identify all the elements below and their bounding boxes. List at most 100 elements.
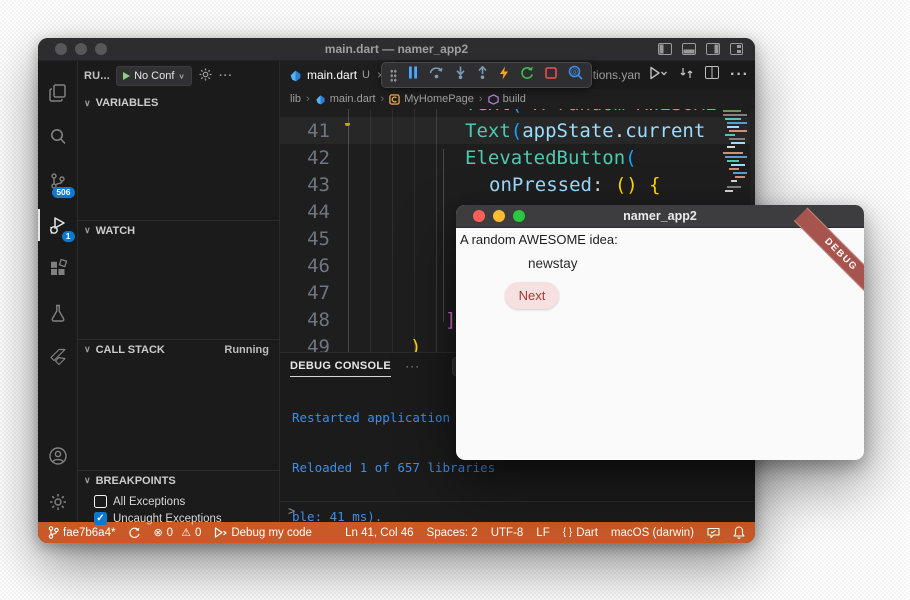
generated-word: newstay: [528, 256, 578, 271]
breadcrumb: lib › main.dart › MyHomePage › build: [280, 89, 755, 109]
restart-icon[interactable]: [520, 66, 534, 85]
console-prompt: >: [288, 504, 295, 518]
chevron-down-icon: ∨: [84, 475, 91, 486]
step-out-icon[interactable]: [477, 66, 488, 84]
watch-section-header[interactable]: ∨ WATCH: [78, 220, 279, 240]
breakpoint-uncaught-exceptions[interactable]: ✓ Uncaught Exceptions: [94, 510, 222, 527]
breadcrumb-myhomepage[interactable]: MyHomePage: [389, 93, 474, 105]
dart-icon: [315, 94, 326, 105]
namer-app-window: namer_app2 A random AWESOME idea: newsta…: [456, 205, 864, 460]
zoom-window-button[interactable]: [95, 43, 107, 55]
accounts-icon[interactable]: [38, 434, 78, 478]
drag-handle-icon[interactable]: [390, 69, 397, 82]
git-status-letter: U: [362, 69, 370, 81]
step-into-icon[interactable]: [455, 66, 466, 84]
chevron-down-icon: ∨: [84, 98, 91, 109]
run-panel-title: RU...: [84, 70, 110, 82]
debug-run-icon: [214, 527, 227, 538]
editor-tab-bar: main.dart U × sis_options.yaml ···: [280, 61, 755, 89]
sync-changes-button[interactable]: [128, 527, 140, 539]
explorer-icon[interactable]: [38, 71, 78, 115]
run-debug-sidebar: RU... No Conf ∨ ··· ∨ VARIABLES ∨ WATCH: [78, 61, 280, 522]
more-actions-icon[interactable]: ···: [219, 70, 233, 82]
feedback-icon[interactable]: [707, 527, 720, 539]
toggle-panel-icon[interactable]: [682, 43, 696, 55]
call-stack-section-header[interactable]: ∨ CALL STACK Running: [78, 339, 279, 359]
next-button[interactable]: Next: [505, 282, 559, 309]
activity-bar: 506 1: [38, 61, 78, 522]
breakpoint-all-exceptions[interactable]: All Exceptions: [94, 493, 185, 510]
sync-icon: [128, 527, 140, 539]
scm-badge: 506: [52, 187, 74, 198]
breadcrumb-lib[interactable]: lib: [290, 93, 301, 105]
chevron-down-icon: ∨: [178, 72, 185, 81]
tab-main-dart[interactable]: main.dart U ×: [280, 61, 394, 89]
more-actions-icon[interactable]: ···: [730, 66, 749, 84]
class-symbol-icon: [389, 94, 400, 105]
search-icon[interactable]: [38, 115, 78, 159]
call-stack-status: Running: [224, 344, 269, 356]
svg-text:@: @: [571, 68, 578, 76]
launch-config-label: No Conf: [134, 70, 174, 82]
code-line-41: 41 Text(appState.current: [280, 117, 755, 144]
debug-toolbar: @: [381, 62, 592, 88]
start-debug-icon[interactable]: [123, 72, 130, 80]
window-title: main.dart — namer_app2: [38, 42, 755, 56]
minimap[interactable]: [722, 109, 750, 201]
os-item[interactable]: macOS (darwin): [611, 527, 694, 539]
extensions-icon[interactable]: [38, 247, 78, 291]
code-line-42: 42 ElevatedButton(: [280, 144, 755, 171]
run-or-debug-icon[interactable]: [648, 66, 668, 85]
chevron-down-icon: ∨: [84, 344, 91, 355]
method-symbol-icon: [488, 94, 499, 105]
app-content: A random AWESOME idea: newstay Next DEBU…: [456, 228, 864, 460]
launch-config-dropdown[interactable]: No Conf ∨: [116, 66, 192, 86]
desktop: main.dart — namer_app2 506: [0, 0, 910, 600]
git-branch-item[interactable]: fae7b6a4*: [48, 526, 115, 539]
toggle-secondary-sidebar-icon[interactable]: [706, 43, 720, 55]
toggle-sidebar-icon[interactable]: [658, 43, 672, 55]
source-control-icon[interactable]: 506: [38, 159, 78, 203]
panel-more-tabs-icon[interactable]: ···: [405, 359, 420, 373]
debug-badge: 1: [62, 231, 75, 242]
branch-icon: [48, 526, 59, 539]
run-and-debug-icon[interactable]: 1: [38, 203, 78, 247]
customize-layout-icon[interactable]: [730, 43, 743, 55]
console-line: Reloaded 1 of 657 libraries: [292, 460, 503, 477]
vscode-titlebar[interactable]: main.dart — namer_app2: [38, 38, 755, 61]
tab-debug-console[interactable]: DEBUG CONSOLE: [290, 355, 391, 377]
breadcrumb-main-dart[interactable]: main.dart: [315, 93, 376, 105]
checkbox-unchecked[interactable]: [94, 495, 107, 508]
lightbulb-icon[interactable]: [342, 123, 353, 138]
code-line-40: Text('A random AWESOME: [280, 109, 755, 117]
stop-icon[interactable]: [545, 66, 557, 84]
pause-icon[interactable]: [408, 66, 418, 84]
language-mode-item[interactable]: { }Dart: [563, 527, 598, 539]
settings-gear-icon[interactable]: [38, 482, 78, 522]
notifications-bell-icon[interactable]: [733, 526, 745, 539]
variables-section-header[interactable]: ∨ VARIABLES: [78, 93, 279, 113]
braces-icon: { }: [563, 527, 572, 538]
chevron-down-icon: ∨: [84, 225, 91, 236]
dart-icon: [289, 69, 302, 82]
breakpoints-section-header[interactable]: ∨ BREAKPOINTS: [78, 470, 279, 490]
step-over-icon[interactable]: [429, 66, 444, 84]
close-window-button[interactable]: [55, 43, 67, 55]
open-changes-icon[interactable]: [679, 66, 694, 85]
problems-item[interactable]: ⊗0 ⚠0: [153, 526, 201, 539]
code-line-43: 43 onPressed: () {: [280, 171, 755, 198]
breadcrumb-build[interactable]: build: [488, 93, 526, 105]
debug-settings-gear-icon[interactable]: [198, 67, 213, 85]
split-editor-icon[interactable]: [705, 66, 719, 84]
testing-icon[interactable]: [38, 291, 78, 335]
widget-inspector-icon[interactable]: @: [568, 65, 583, 85]
traffic-lights: [55, 43, 107, 55]
checkbox-checked[interactable]: ✓: [94, 512, 107, 525]
error-icon: ⊗: [153, 526, 162, 539]
console-input[interactable]: >: [280, 501, 755, 520]
minimize-window-button[interactable]: [75, 43, 87, 55]
idea-label: A random AWESOME idea:: [460, 232, 618, 247]
eol-item[interactable]: LF: [536, 527, 549, 539]
hot-reload-icon[interactable]: [499, 66, 509, 85]
flutter-icon[interactable]: [38, 335, 78, 379]
